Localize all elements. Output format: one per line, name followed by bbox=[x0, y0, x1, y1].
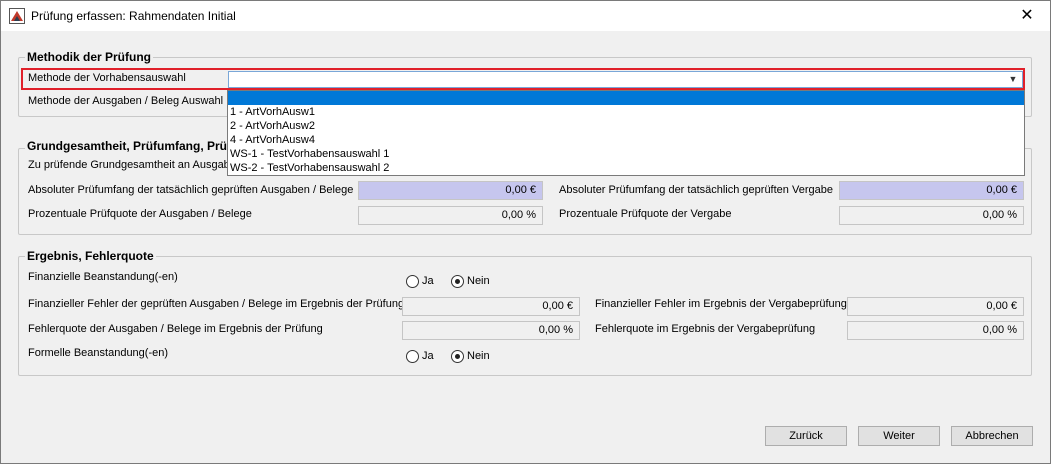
abs-ausgaben-label: Absoluter Prüfumfang der tatsächlich gep… bbox=[28, 184, 354, 196]
dropdown-option[interactable]: 2 - ArtVorhAusw2 bbox=[228, 119, 1024, 133]
formell-ja-label[interactable]: Ja bbox=[422, 350, 434, 362]
fin-fehler-vergabe-label: Finanzieller Fehler im Ergebnis der Verg… bbox=[595, 298, 847, 310]
fehlerquote-vergabe-field: 0,00 % bbox=[847, 321, 1024, 340]
dropdown-option[interactable]: 4 - ArtVorhAusw4 bbox=[228, 133, 1024, 147]
vorhabensauswahl-dropdown: 1 - ArtVorhAusw1 2 - ArtVorhAusw2 4 - Ar… bbox=[227, 90, 1025, 176]
highlight-box bbox=[21, 68, 1025, 90]
formell-nein-radio[interactable] bbox=[451, 350, 464, 363]
title-bar: Prüfung erfassen: Rahmendaten Initial ✕ bbox=[1, 1, 1050, 31]
fin-beanstandung-label: Finanzielle Beanstandung(-en) bbox=[28, 271, 178, 283]
fin-nein-label[interactable]: Nein bbox=[467, 275, 490, 287]
close-button[interactable]: ✕ bbox=[1004, 1, 1050, 31]
fin-fehler-label: Finanzieller Fehler der geprüften Ausgab… bbox=[28, 298, 405, 310]
fehlerquote-field: 0,00 % bbox=[402, 321, 580, 340]
proz-vergabe-label: Prozentuale Prüfquote der Vergabe bbox=[559, 208, 732, 220]
fehlerquote-vergabe-label: Fehlerquote im Ergebnis der Vergabeprüfu… bbox=[595, 323, 816, 335]
cancel-button[interactable]: Abbrechen bbox=[951, 426, 1033, 446]
grundgesamtheit-label: Zu prüfende Grundgesamtheit an Ausgab bbox=[28, 159, 230, 171]
dropdown-option[interactable] bbox=[228, 91, 1024, 105]
proz-ausgaben-label: Prozentuale Prüfquote der Ausgaben / Bel… bbox=[28, 208, 252, 220]
methodik-group-title: Methodik der Prüfung bbox=[25, 50, 153, 64]
grundgesamtheit-group-title: Grundgesamtheit, Prüfumfang, Prüf bbox=[25, 139, 234, 153]
ergebnis-group-title: Ergebnis, Fehlerquote bbox=[25, 249, 156, 263]
dropdown-option[interactable]: 1 - ArtVorhAusw1 bbox=[228, 105, 1024, 119]
fin-ja-radio[interactable] bbox=[406, 275, 419, 288]
abs-ausgaben-field: 0,00 € bbox=[358, 181, 543, 200]
fehlerquote-label: Fehlerquote der Ausgaben / Belege im Erg… bbox=[28, 323, 323, 335]
dialog-window: Prüfung erfassen: Rahmendaten Initial ✕ … bbox=[0, 0, 1051, 464]
dropdown-option[interactable]: WS-2 - TestVorhabensauswahl 2 bbox=[228, 161, 1024, 175]
formell-nein-label[interactable]: Nein bbox=[467, 350, 490, 362]
proz-ausgaben-field: 0,00 % bbox=[358, 206, 543, 225]
app-icon bbox=[9, 8, 25, 24]
window-title: Prüfung erfassen: Rahmendaten Initial bbox=[31, 9, 236, 23]
fin-ja-label[interactable]: Ja bbox=[422, 275, 434, 287]
back-button[interactable]: Zurück bbox=[765, 426, 847, 446]
fin-nein-radio[interactable] bbox=[451, 275, 464, 288]
formell-ja-radio[interactable] bbox=[406, 350, 419, 363]
ausgaben-auswahl-label: Methode der Ausgaben / Beleg Auswahl bbox=[28, 95, 224, 107]
formell-beanstandung-label: Formelle Beanstandung(-en) bbox=[28, 347, 169, 359]
dropdown-option[interactable]: WS-1 - TestVorhabensauswahl 1 bbox=[228, 147, 1024, 161]
abs-vergabe-field: 0,00 € bbox=[839, 181, 1024, 200]
abs-vergabe-label: Absoluter Prüfumfang der tatsächlich gep… bbox=[559, 184, 833, 196]
fin-fehler-field: 0,00 € bbox=[402, 297, 580, 316]
next-button[interactable]: Weiter bbox=[858, 426, 940, 446]
fin-fehler-vergabe-field: 0,00 € bbox=[847, 297, 1024, 316]
proz-vergabe-field: 0,00 % bbox=[839, 206, 1024, 225]
